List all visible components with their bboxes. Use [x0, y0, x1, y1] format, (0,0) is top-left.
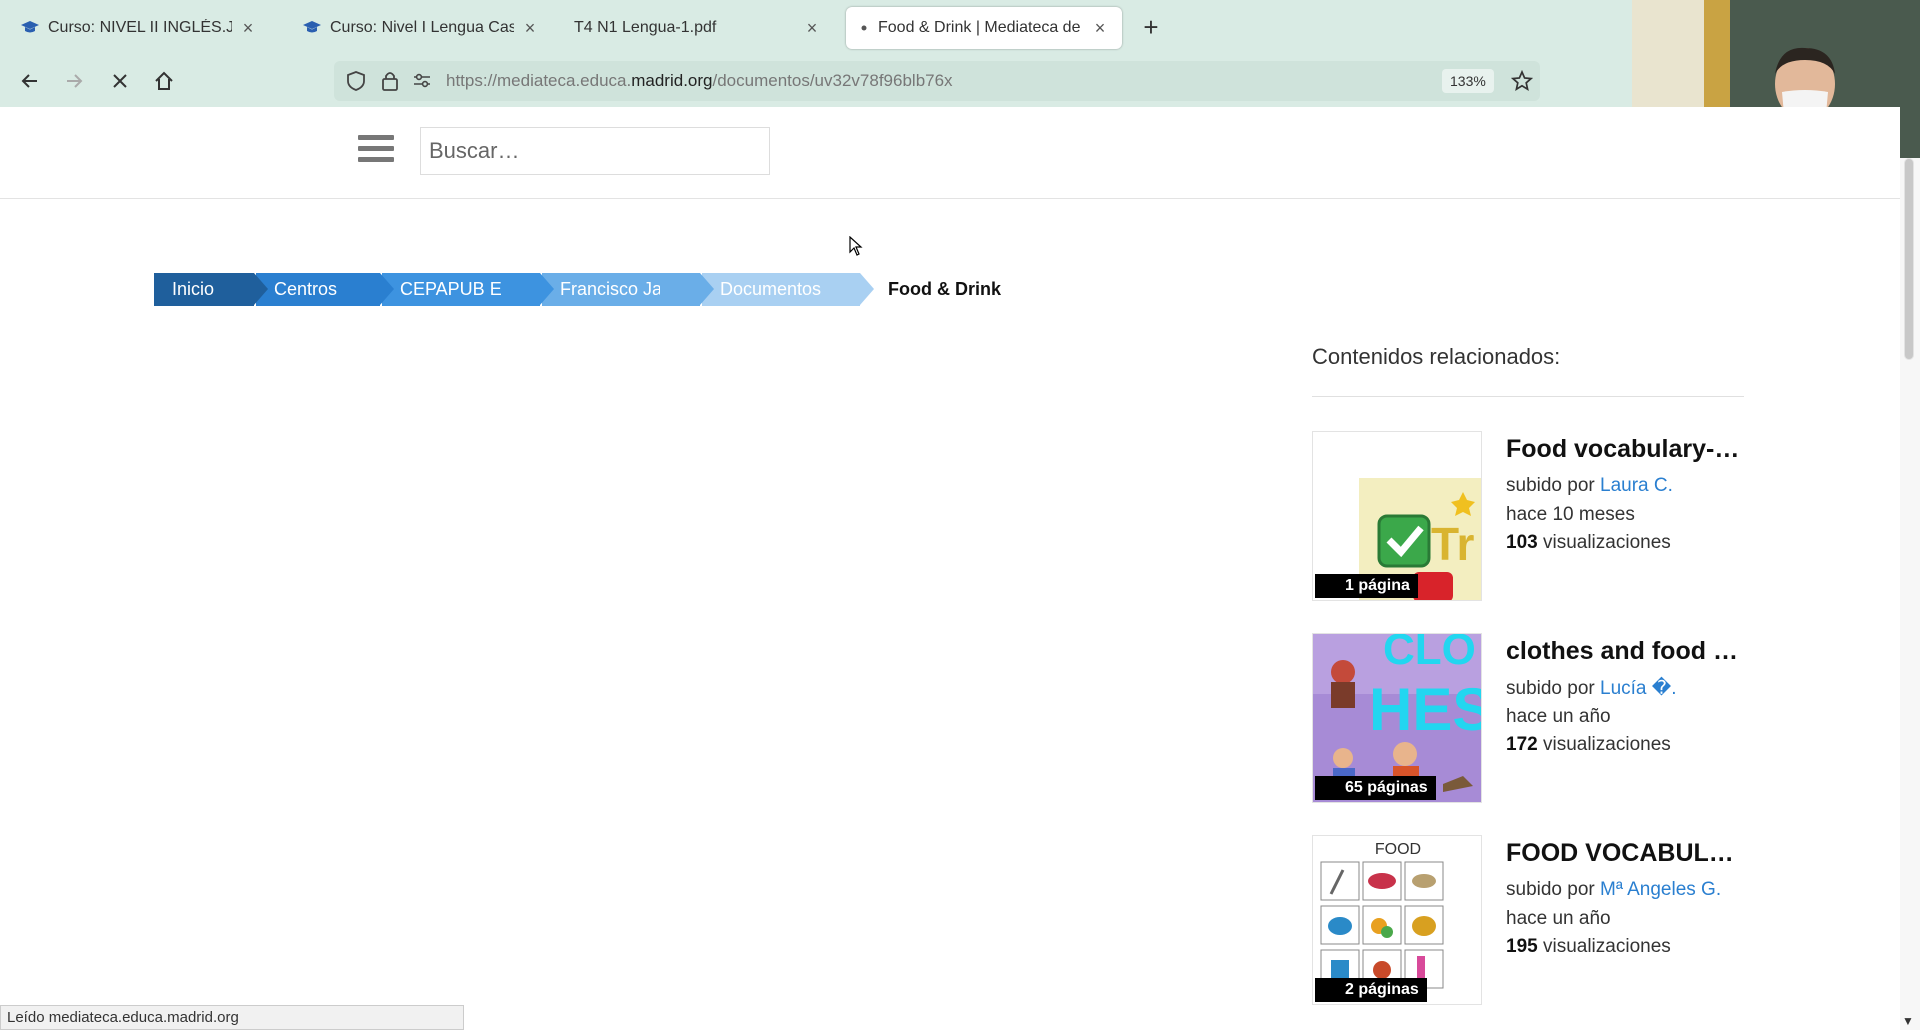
svg-text:Tr: Tr: [1431, 518, 1475, 570]
site-header: [0, 107, 1900, 199]
uploaded-by-label: subido por: [1506, 678, 1601, 699]
related-item-age: hace 10 meses: [1506, 504, 1635, 525]
related-item-age: hace un año: [1506, 908, 1611, 929]
stop-loading-x-icon[interactable]: [104, 65, 136, 97]
tab-title: Curso: NIVEL II INGLÉS.JAVIER: [48, 19, 232, 36]
scrollbar-thumb[interactable]: [1904, 158, 1914, 360]
breadcrumb-label: Francisco Ja: [560, 279, 660, 299]
url-bar[interactable]: https://mediateca.educa.madrid.org/docum…: [334, 61, 1540, 101]
views-label: visualizaciones: [1537, 734, 1671, 755]
page-count-badge: 1 página: [1315, 574, 1418, 598]
svg-text:CLO: CLO: [1383, 634, 1476, 674]
lock-icon[interactable]: [378, 69, 402, 93]
close-icon[interactable]: ×: [520, 18, 540, 39]
browser-tab-3[interactable]: T4 N1 Lengua-1.pdf ×: [562, 7, 834, 49]
svg-text:HES: HES: [1369, 676, 1482, 743]
breadcrumb-label: Inicio: [172, 279, 215, 299]
forward-arrow-icon[interactable]: [58, 65, 90, 97]
zoom-level-badge[interactable]: 133%: [1442, 69, 1494, 93]
divider: [1312, 396, 1744, 397]
views-count: 103: [1506, 532, 1538, 553]
url-domain: madrid.org: [631, 71, 713, 90]
author-link[interactable]: Mª Angeles G.: [1600, 879, 1721, 900]
new-tab-plus-icon[interactable]: +: [1136, 12, 1166, 42]
uploaded-by-label: subido por: [1506, 879, 1601, 900]
related-item[interactable]: FOOD 2 páginas FOOD VOCABUL… subido por …: [1312, 835, 1744, 1005]
browser-tab-bar: Curso: NIVEL II INGLÉS.JAVIER × Curso: N…: [0, 0, 1632, 55]
related-item-thumbnail[interactable]: CLO HES 65 páginas: [1312, 633, 1482, 803]
related-content-heading: Contenidos relacionados:: [1312, 344, 1561, 369]
hamburger-line: [358, 135, 394, 140]
hamburger-line: [358, 157, 394, 162]
breadcrumb-label: Centros: [274, 279, 338, 299]
permissions-sliders-icon[interactable]: [410, 69, 434, 93]
mouse-cursor-icon: [849, 236, 863, 256]
breadcrumb-item-user[interactable]: Francisco Ja: [542, 273, 714, 306]
breadcrumb-item-centros[interactable]: Centros: [256, 273, 394, 306]
breadcrumb-item-center[interactable]: CEPAPUB E: [382, 273, 554, 306]
breadcrumb-label: CEPAPUB E: [400, 279, 502, 299]
author-link[interactable]: Lucía �.: [1600, 678, 1677, 699]
close-icon[interactable]: ×: [238, 18, 258, 39]
hamburger-menu-icon[interactable]: [358, 135, 394, 167]
search-input[interactable]: [420, 127, 770, 175]
related-item-title[interactable]: FOOD VOCABUL…: [1506, 839, 1746, 868]
page-count-badge: 65 páginas: [1315, 776, 1436, 800]
url-prefix: https://mediateca.educa.: [446, 71, 632, 90]
breadcrumb-label: Documentos: [720, 279, 822, 299]
views-count: 172: [1506, 734, 1538, 755]
breadcrumb-item-current: Food & Drink: [862, 273, 1001, 306]
related-item[interactable]: CLO HES 65 páginas clothes and food … su…: [1312, 633, 1744, 803]
shield-icon[interactable]: [344, 69, 368, 93]
graduation-cap-icon: [20, 19, 40, 37]
related-item-thumbnail[interactable]: FOOD 2 páginas: [1312, 835, 1482, 1005]
tab-title: Food & Drink | Mediateca de EducaMadrid: [878, 19, 1084, 36]
url-text: https://mediateca.educa.madrid.org/docum…: [446, 71, 953, 91]
breadcrumb: Inicio Centros CEPAPUB E Francisco Ja Do…: [154, 273, 1003, 306]
related-item-uploader: subido por Mª Angeles G.: [1506, 879, 1721, 901]
related-item-thumbnail[interactable]: Tr 1 página: [1312, 431, 1482, 601]
scroll-down-arrow-icon[interactable]: ▼: [1902, 1014, 1914, 1028]
related-item-views: 172 visualizaciones: [1506, 734, 1671, 756]
page-scrollbar[interactable]: ▼: [1900, 158, 1920, 1030]
loading-dot-icon: [858, 19, 870, 37]
bookmark-star-icon[interactable]: [1510, 69, 1534, 93]
hamburger-line: [358, 146, 394, 151]
author-link[interactable]: Laura C.: [1600, 475, 1673, 496]
browser-tab-2[interactable]: Curso: Nivel I Lengua Castellana ×: [290, 7, 552, 49]
url-path: /documentos/uv32v78f96blb76x: [712, 71, 953, 90]
related-item-title[interactable]: clothes and food …: [1506, 637, 1746, 666]
close-icon[interactable]: ×: [802, 18, 822, 39]
thumbnail-caption: FOOD: [1375, 841, 1421, 858]
views-count: 195: [1506, 936, 1538, 957]
close-icon[interactable]: ×: [1090, 18, 1110, 39]
related-item-uploader: subido por Laura C.: [1506, 475, 1673, 497]
related-item-age: hace un año: [1506, 706, 1611, 727]
back-arrow-icon[interactable]: [14, 65, 46, 97]
browser-tab-4-active[interactable]: Food & Drink | Mediateca de EducaMadrid …: [846, 7, 1122, 49]
tab-title: Curso: Nivel I Lengua Castellana: [330, 19, 514, 36]
page-count-badge: 2 páginas: [1315, 978, 1427, 1002]
related-item-title[interactable]: Food vocabulary-…: [1506, 435, 1746, 464]
browser-status-bar: Leído mediateca.educa.madrid.org: [0, 1005, 464, 1030]
related-item-views: 103 visualizaciones: [1506, 532, 1671, 554]
home-icon[interactable]: [148, 65, 180, 97]
related-item-views: 195 visualizaciones: [1506, 936, 1671, 958]
related-item[interactable]: Tr 1 página Food vocabulary-… subido por…: [1312, 431, 1744, 601]
browser-tab-1[interactable]: Curso: NIVEL II INGLÉS.JAVIER ×: [8, 7, 270, 49]
related-item-uploader: subido por Lucía �.: [1506, 677, 1677, 700]
views-label: visualizaciones: [1537, 936, 1671, 957]
graduation-cap-icon: [302, 19, 322, 37]
browser-nav-bar: https://mediateca.educa.madrid.org/docum…: [0, 55, 1632, 107]
views-label: visualizaciones: [1537, 532, 1671, 553]
uploaded-by-label: subido por: [1506, 475, 1601, 496]
breadcrumb-item-inicio[interactable]: Inicio: [154, 273, 268, 306]
tab-title: T4 N1 Lengua-1.pdf: [574, 19, 717, 36]
breadcrumb-item-documentos[interactable]: Documentos: [702, 273, 874, 306]
breadcrumb-label: Food & Drink: [888, 279, 1001, 299]
